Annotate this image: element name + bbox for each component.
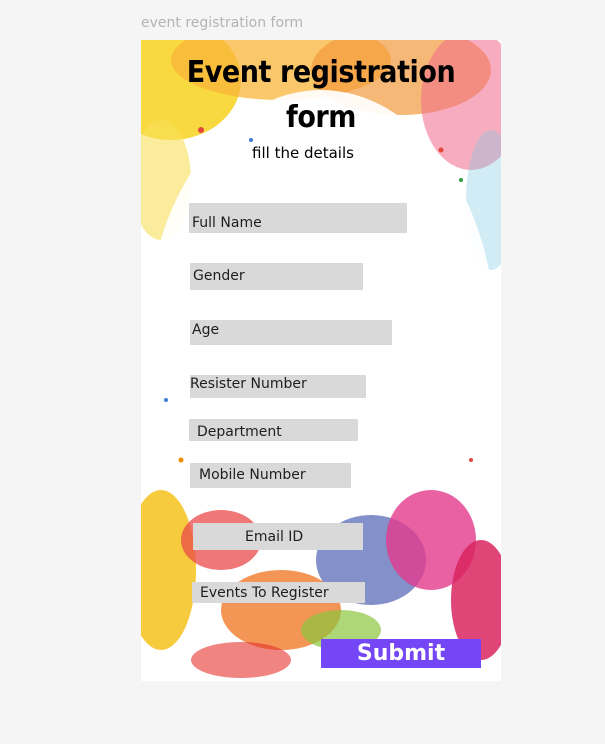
- full-name-field[interactable]: Full Name: [189, 203, 407, 233]
- events-to-register-field[interactable]: Events To Register: [192, 582, 365, 603]
- form-subtitle: fill the details: [252, 144, 354, 162]
- events-to-register-label: Events To Register: [200, 585, 329, 601]
- mobile-number-field[interactable]: Mobile Number: [190, 463, 351, 488]
- register-number-field[interactable]: Resister Number: [190, 375, 366, 398]
- email-id-label: Email ID: [245, 529, 304, 545]
- frame-label: event registration form: [141, 15, 304, 31]
- department-field[interactable]: Department: [189, 419, 358, 441]
- form-title-line-2: form: [286, 100, 356, 135]
- gender-field[interactable]: Gender: [190, 263, 363, 290]
- mobile-number-label: Mobile Number: [199, 467, 306, 483]
- email-id-field[interactable]: Email ID: [193, 523, 363, 550]
- register-number-label: Resister Number: [190, 376, 307, 392]
- age-field[interactable]: Age: [190, 320, 392, 345]
- full-name-label: Full Name: [192, 215, 262, 231]
- event-form-frame: Event registration form fill the details…: [141, 40, 501, 681]
- submit-button[interactable]: Submit: [321, 639, 481, 668]
- department-label: Department: [197, 424, 282, 440]
- form-title-line-1: Event registration: [186, 55, 456, 90]
- gender-label: Gender: [193, 268, 245, 284]
- age-label: Age: [192, 322, 220, 338]
